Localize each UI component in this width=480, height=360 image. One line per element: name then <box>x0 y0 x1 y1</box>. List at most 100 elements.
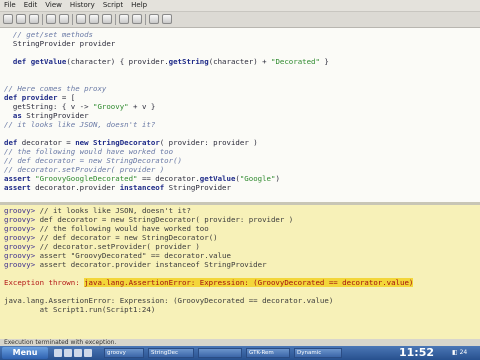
token: groovy> <box>4 215 40 224</box>
code-line: as StringProvider <box>4 111 89 120</box>
token: def <box>4 57 31 66</box>
script-editor[interactable]: // get/set methods StringProvider provid… <box>0 28 480 202</box>
start-menu-label: Menu <box>12 348 38 357</box>
token: assert decorator.provider instanceof Str… <box>39 260 267 269</box>
token: new <box>75 138 89 147</box>
run-icon[interactable] <box>149 14 159 24</box>
token: StringProvider provider <box>4 39 116 48</box>
quicklaunch-terminal-icon[interactable] <box>64 349 72 357</box>
token: = [ <box>57 93 76 102</box>
token: // the following would have worked too <box>39 224 209 233</box>
token: assert <box>4 183 31 192</box>
code-line: def provider = [ <box>4 93 75 102</box>
paste-icon[interactable] <box>102 14 112 24</box>
token: getValue <box>30 57 67 66</box>
open-icon[interactable] <box>16 14 26 24</box>
status-bar: Execution terminated with exception. <box>0 339 480 346</box>
token: getString: { v -> <box>4 102 93 111</box>
token: def <box>4 138 18 147</box>
output-line: groovy> // the following would have work… <box>4 224 209 233</box>
token: // def decorator = new StringDecorator() <box>4 156 182 165</box>
network-icon[interactable]: ◧ <box>452 349 458 356</box>
token: "Groovy" <box>93 102 129 111</box>
redo-icon[interactable] <box>59 14 69 24</box>
token: assert <box>4 174 31 183</box>
taskbar-window-button[interactable]: groovy <box>104 348 144 358</box>
quicklaunch-files-icon[interactable] <box>74 349 82 357</box>
token: assert "GroovyDecorated" == decorator.va… <box>39 251 231 260</box>
token: "Decorated" <box>271 57 320 66</box>
cut-icon[interactable] <box>76 14 86 24</box>
output-console: groovy> // it looks like JSON, doesn't i… <box>0 205 480 342</box>
toolbar-separator <box>72 14 73 25</box>
code-line: // it looks like JSON, doesn't it? <box>4 120 155 129</box>
menu-script[interactable]: Script <box>99 0 127 9</box>
token: // get/set methods <box>4 30 93 39</box>
menu-history[interactable]: History <box>66 0 99 9</box>
taskbar-window-button[interactable]: GTK-Rem <box>246 348 290 358</box>
code-line: getString: { v -> "Groovy" + v } <box>4 102 155 111</box>
taskbar-window-button[interactable] <box>198 348 242 358</box>
history-next-icon[interactable] <box>132 14 142 24</box>
token: } <box>319 57 329 66</box>
token: // it looks like JSON, doesn't it? <box>39 206 191 215</box>
token: decorator = <box>17 138 76 147</box>
code-line: // decorator.setProvider( provider ) <box>4 165 164 174</box>
token: (character) + <box>208 57 271 66</box>
token: StringProvider <box>21 111 89 120</box>
token: // decorator.setProvider( provider ) <box>4 165 165 174</box>
quicklaunch-browser-icon[interactable] <box>54 349 62 357</box>
output-line: groovy> def decorator = new StringDecora… <box>4 215 293 224</box>
token: // decorator.setProvider( provider ) <box>39 242 200 251</box>
token: "GroovyGoogleDecorated" <box>35 174 138 183</box>
token: instanceof <box>119 183 165 192</box>
token: // the following would have worked too <box>4 147 174 156</box>
token: def provider <box>4 93 58 102</box>
output-line: groovy> // decorator.setProvider( provid… <box>4 242 200 251</box>
token: at Script1.run(Script1:24) <box>4 305 156 314</box>
token: groovy> <box>4 233 40 242</box>
taskbar-window-button[interactable]: StringDec <box>148 348 194 358</box>
token: + v } <box>128 102 156 111</box>
taskbar-window-button[interactable]: Dynamic <box>294 348 342 358</box>
menu-help[interactable]: Help <box>127 0 151 9</box>
save-icon[interactable] <box>29 14 39 24</box>
quicklaunch-editor-icon[interactable] <box>84 349 92 357</box>
menu-view[interactable]: View <box>41 0 66 9</box>
code-line: // def decorator = new StringDecorator() <box>4 156 182 165</box>
undo-icon[interactable] <box>46 14 56 24</box>
token: "Google" <box>239 174 276 183</box>
token: ) <box>275 174 280 183</box>
token: ( provider: provider ) <box>159 138 258 147</box>
token: as <box>12 111 22 120</box>
token: (character) { provider. <box>66 57 169 66</box>
clear-icon[interactable] <box>162 14 172 24</box>
token: decorator.provider <box>30 183 120 192</box>
code-line: // get/set methods <box>4 30 93 39</box>
status-text: Execution terminated with exception. <box>4 339 117 346</box>
menu-file[interactable]: File <box>0 0 20 9</box>
token: StringDecorator <box>88 138 160 147</box>
token: getValue <box>199 174 236 183</box>
token: groovy> <box>4 242 40 251</box>
copy-icon[interactable] <box>89 14 99 24</box>
token: groovy> <box>4 224 40 233</box>
token: // def decorator = new StringDecorator() <box>39 233 218 242</box>
start-menu-button[interactable]: Menu <box>2 347 48 359</box>
code-line: StringProvider provider <box>4 39 115 48</box>
toolbar-separator <box>145 14 146 25</box>
tray-area[interactable]: ◧ 24 <box>452 348 478 358</box>
code-line: def getValue(character) { provider.getSt… <box>4 57 329 66</box>
toolbar-separator <box>42 14 43 25</box>
token: def decorator = new StringDecorator( pro… <box>39 215 294 224</box>
output-line: groovy> assert "GroovyDecorated" == deco… <box>4 251 231 260</box>
new-icon[interactable] <box>3 14 13 24</box>
history-prev-icon[interactable] <box>119 14 129 24</box>
menu-edit[interactable]: Edit <box>20 0 42 9</box>
toolbar <box>0 12 480 28</box>
taskbar: Menu groovy StringDec GTK-Rem Dynamic 11:52… <box>0 346 480 360</box>
token: Exception thrown: <box>4 278 85 287</box>
clock[interactable]: 11:52 <box>399 346 447 360</box>
toolbar-separator <box>115 14 116 25</box>
